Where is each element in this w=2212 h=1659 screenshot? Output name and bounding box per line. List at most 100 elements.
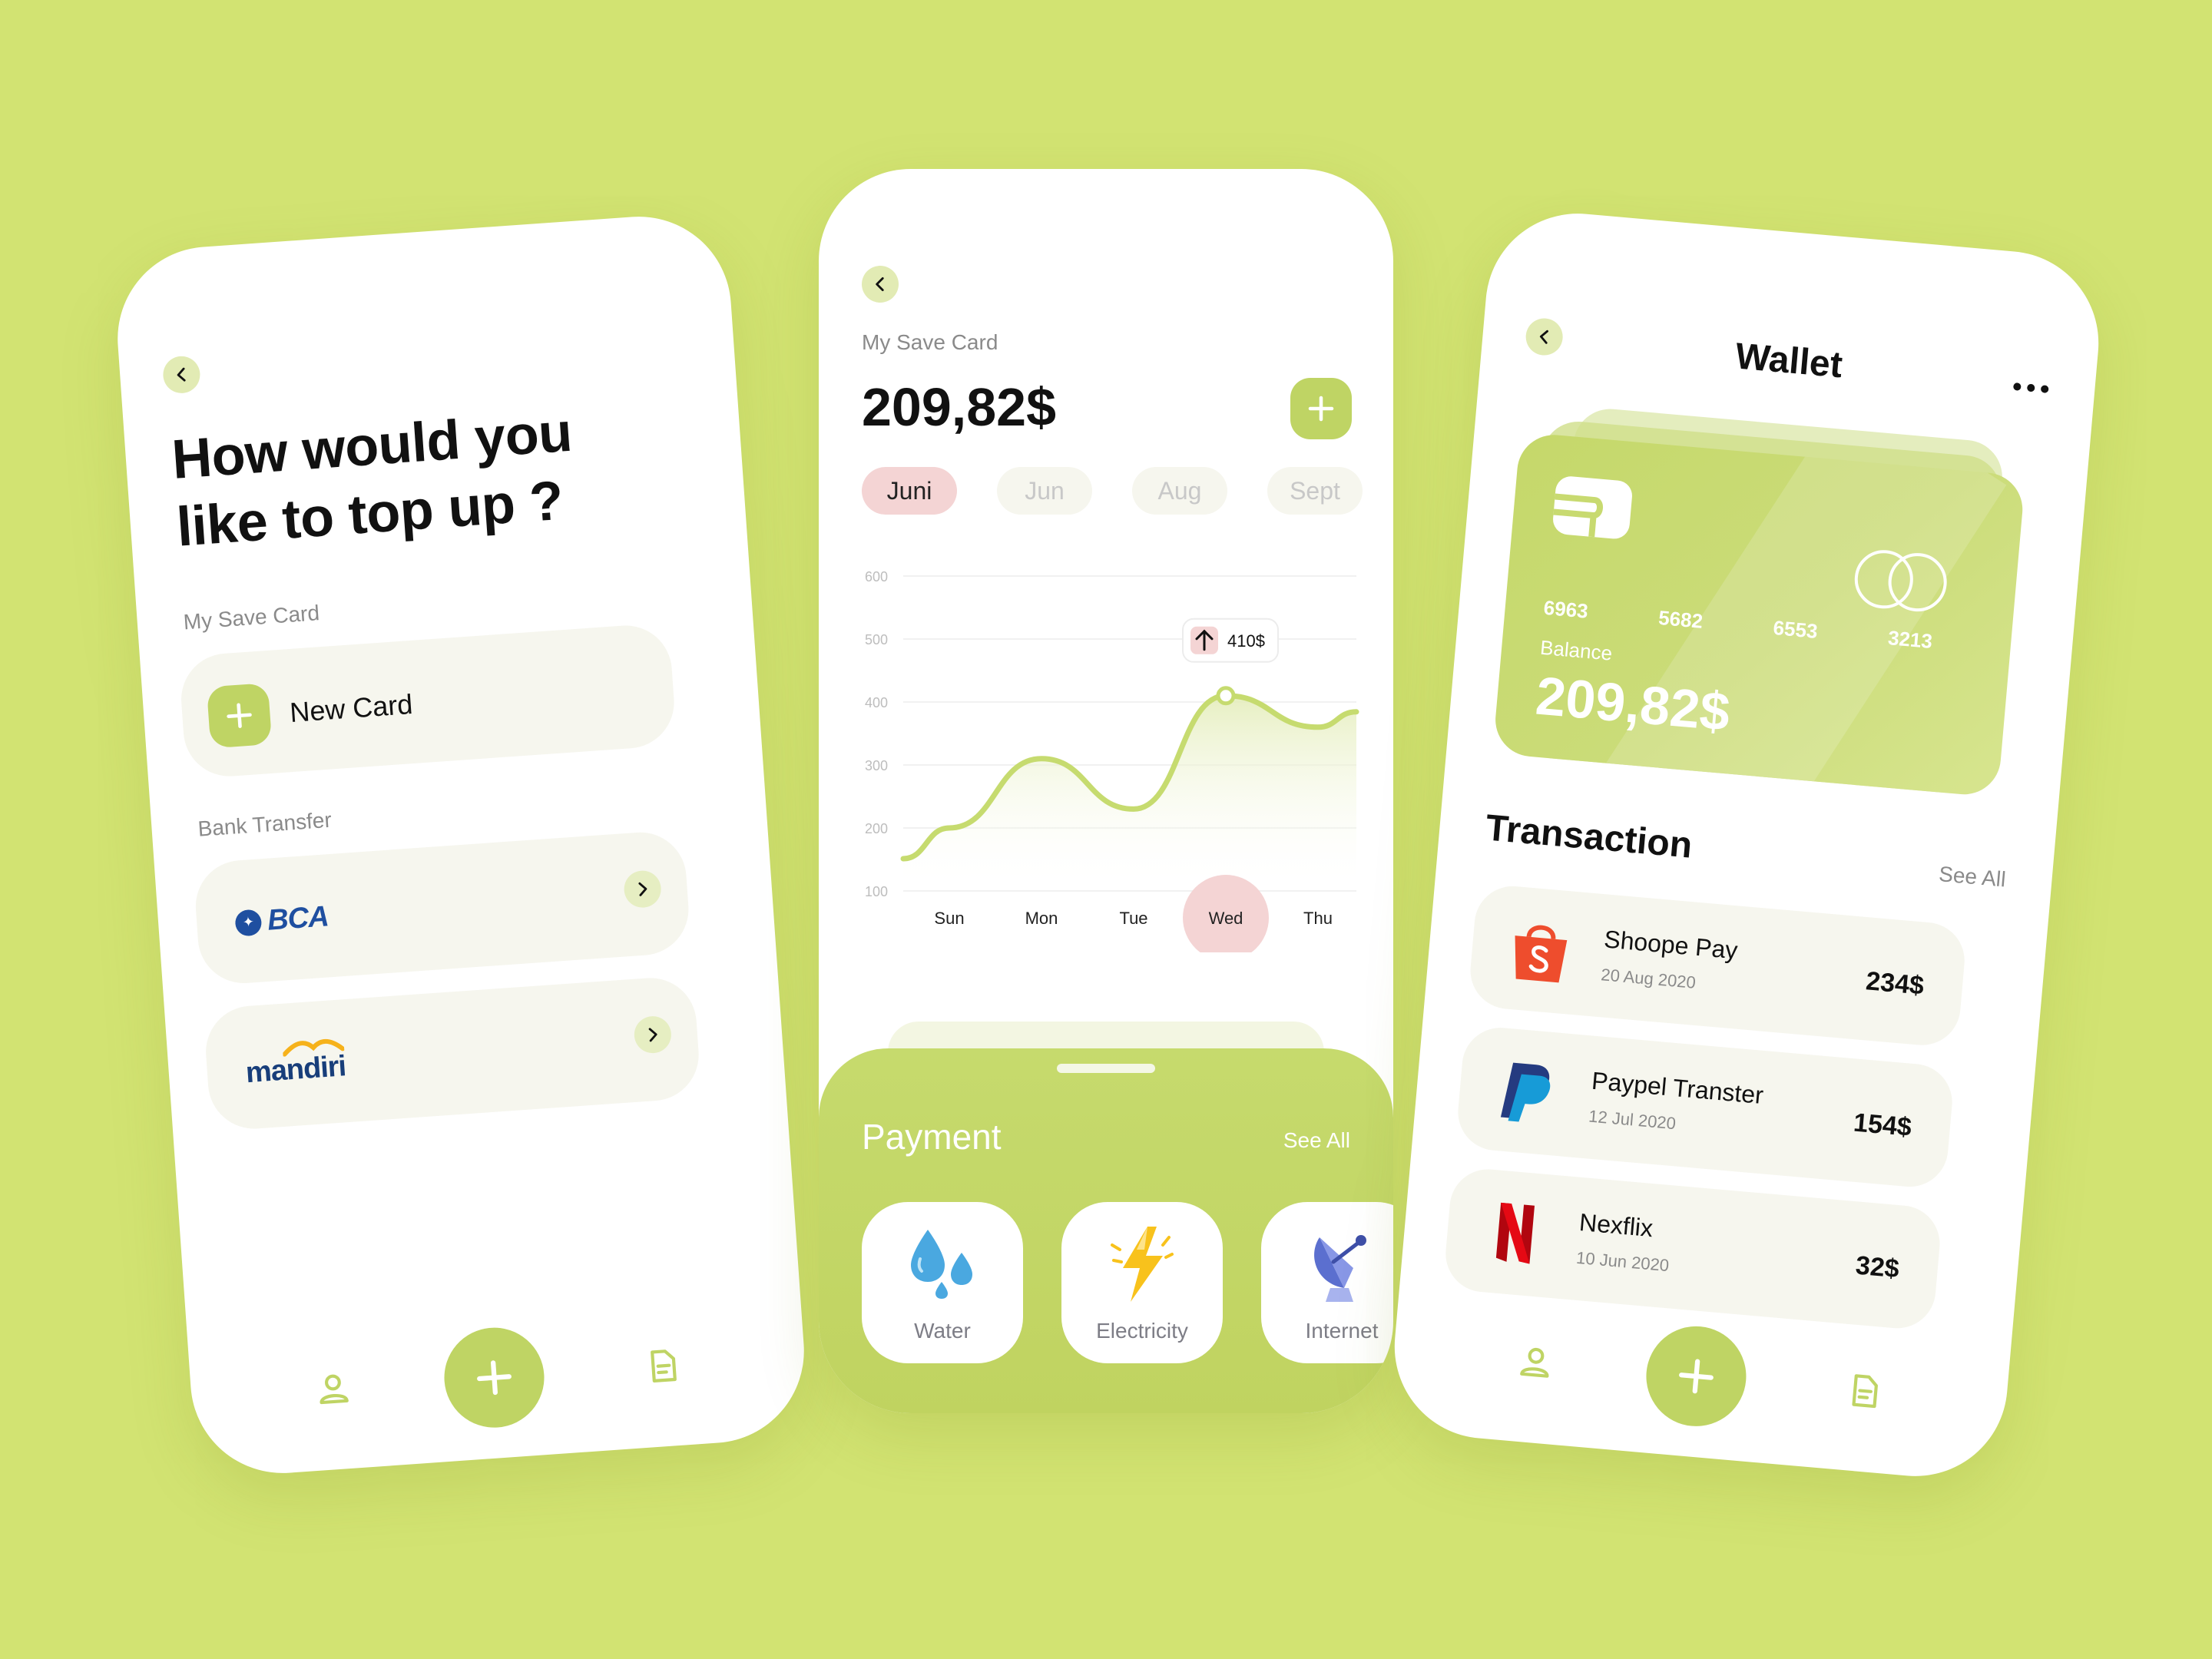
card-chip-icon: [1553, 476, 1632, 539]
add-funds-button[interactable]: [1290, 378, 1352, 439]
back-button[interactable]: [862, 266, 899, 303]
transaction-amount: 234$: [1864, 966, 1926, 1001]
user-icon[interactable]: [1515, 1342, 1556, 1383]
data-point: [1216, 686, 1236, 706]
satellite-dish-icon: [1314, 1235, 1366, 1302]
card-number-4: 3213: [1886, 626, 1934, 654]
mandiri-chevron-button[interactable]: [633, 1015, 673, 1055]
netflix-icon: [1495, 1202, 1535, 1264]
payment-tiles: Water Electricity Internet: [862, 1202, 1393, 1363]
x-tick-label: Sun: [934, 909, 964, 928]
x-tick-label: Tue: [1119, 909, 1147, 928]
tab-month-aug[interactable]: Aug: [1132, 467, 1227, 515]
y-tick-label: 200: [865, 821, 888, 836]
bca-logo: ✦ BCA: [234, 900, 329, 939]
balance-amount: 209,82$: [862, 377, 1057, 437]
payment-label-electricity: Electricity: [1096, 1319, 1188, 1343]
payment-sheet: Payment See All Water Electricity Intern…: [819, 1048, 1393, 1413]
x-tick-label: Thu: [1303, 909, 1333, 928]
payment-see-all-link[interactable]: See All: [1283, 1128, 1350, 1153]
add-button[interactable]: [1642, 1322, 1750, 1431]
page-title: Wallet: [1734, 336, 1844, 386]
tab-month-juni[interactable]: Juni: [862, 467, 957, 515]
plus-icon: [227, 703, 252, 728]
chart-points: [1216, 686, 1236, 706]
transaction-amount: 32$: [1854, 1250, 1901, 1284]
save-card-label: My Save Card: [182, 601, 320, 634]
mandiri-logo: mandiri: [244, 1038, 346, 1090]
document-icon[interactable]: [1844, 1370, 1886, 1412]
chevron-right-icon: [638, 882, 647, 896]
transaction-amount: 154$: [1852, 1108, 1913, 1143]
document-icon[interactable]: [642, 1346, 683, 1386]
transaction-name: Shoope Pay: [1603, 925, 1739, 965]
bank-item-bca[interactable]: ✦ BCA: [192, 829, 692, 987]
chevron-right-icon: [648, 1028, 657, 1042]
transaction-row[interactable]: Shoope Pay 20 Aug 2020 234$: [1467, 882, 1968, 1048]
chart-tooltip: 410$: [1182, 618, 1279, 663]
card-balance-label: Balance: [1539, 635, 1614, 665]
sheet-drag-handle[interactable]: [1057, 1064, 1155, 1073]
wallet-screen: Wallet 6963 5682 6553 3213 Balance 209,8…: [1386, 206, 2107, 1484]
card-number-2: 5682: [1657, 605, 1704, 633]
payment-tile-electricity[interactable]: Electricity: [1061, 1202, 1223, 1363]
back-button[interactable]: [161, 355, 202, 395]
y-tick-label: 500: [865, 632, 888, 647]
payment-tile-water[interactable]: Water: [862, 1202, 1023, 1363]
tab-month-jun[interactable]: Jun: [997, 467, 1092, 515]
payment-tile-internet[interactable]: Internet: [1261, 1202, 1393, 1363]
plus-icon: [1679, 1359, 1714, 1394]
plus-icon: [477, 1360, 512, 1396]
card-stack: 6963 5682 6553 3213 Balance 209,82$: [1490, 406, 2026, 828]
card-balance: 209,82$: [1533, 665, 1733, 743]
bank-transfer-label: Bank Transfer: [197, 807, 333, 841]
bca-name: BCA: [266, 900, 329, 937]
x-tick-label: Mon: [1025, 909, 1058, 928]
shopping-bag-icon: [1515, 925, 1568, 983]
wallet-card[interactable]: 6963 5682 6553 3213 Balance 209,82$: [1492, 432, 2026, 798]
transaction-title: Transaction: [1484, 807, 1694, 866]
y-tick-label: 100: [865, 884, 888, 899]
save-card-screen: My Save Card 209,82$ Juni Jun Aug Sept 6…: [819, 169, 1393, 1413]
bca-chevron-button[interactable]: [622, 869, 663, 909]
y-tick-label: 400: [865, 695, 888, 710]
new-card-label: New Card: [289, 687, 414, 729]
payment-label-internet: Internet: [1305, 1319, 1379, 1343]
transaction-date: 12 Jul 2020: [1588, 1106, 1677, 1134]
card-number-1: 6963: [1542, 595, 1589, 623]
top-up-screen: How would you like to top up ? My Save C…: [111, 210, 810, 1479]
add-button[interactable]: [441, 1324, 548, 1432]
bank-item-mandiri[interactable]: mandiri: [203, 975, 702, 1132]
lightning-icon: [1111, 1227, 1174, 1302]
transaction-date: 20 Aug 2020: [1600, 965, 1697, 992]
card-network-rings-icon: [1854, 550, 1947, 612]
save-card-label: My Save Card: [862, 330, 998, 354]
x-tick-label: Wed: [1209, 909, 1243, 928]
water-drops-icon: [911, 1230, 972, 1299]
chevron-left-icon: [177, 367, 186, 382]
tab-month-sept[interactable]: Sept: [1267, 467, 1363, 515]
tooltip-label: 410$: [1227, 631, 1265, 651]
plus-badge: [206, 683, 273, 749]
paypal-icon: [1500, 1062, 1551, 1122]
month-tabs: Juni Jun Aug Sept: [862, 467, 1363, 515]
chevron-left-icon: [876, 277, 884, 291]
chart-area: [903, 695, 1356, 891]
user-icon[interactable]: [313, 1369, 353, 1409]
payment-label-water: Water: [914, 1319, 971, 1343]
card-number-3: 6553: [1772, 616, 1819, 643]
plus-icon: [1308, 396, 1334, 422]
y-tick-label: 600: [865, 569, 888, 584]
bca-mark-icon: ✦: [234, 908, 263, 937]
transaction-row[interactable]: Paypel Transter 12 Jul 2020 154$: [1455, 1025, 1955, 1190]
chart-y-ticks: 600 500 400 300 200 100: [865, 569, 888, 899]
bottom-nav: [187, 1299, 808, 1449]
page-title: How would you like to top up ?: [170, 394, 639, 561]
y-tick-label: 300: [865, 758, 888, 773]
transaction-see-all-link[interactable]: See All: [1938, 862, 2007, 892]
transaction-date: 10 Jun 2020: [1575, 1247, 1671, 1276]
line-chart: 600 500 400 300 200 100 Sun Mon Tue Wed Thu 410$: [865, 569, 1359, 952]
transaction-name: Paypel Transter: [1590, 1066, 1765, 1110]
payment-title: Payment: [862, 1117, 1002, 1157]
new-card-button[interactable]: New Card: [178, 622, 677, 780]
